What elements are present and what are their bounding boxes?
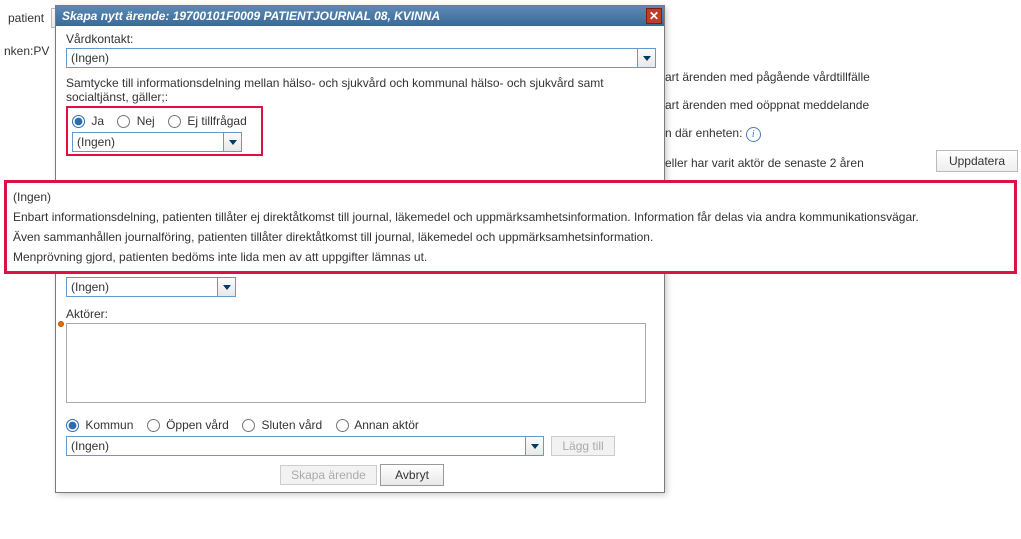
highlight-box-consent: Ja Nej Ej tillfrågad (Ingen)	[66, 106, 263, 156]
radio-nej[interactable]: Nej	[117, 114, 154, 128]
dialog-title: Skapa nytt ärende: 19700101F0009 PATIENT…	[62, 9, 440, 23]
dropdown-option[interactable]: Även sammanhållen journalföring, patient…	[13, 227, 1008, 247]
radio-kommun[interactable]: Kommun	[66, 418, 133, 432]
bg-info-line-1: art ärenden med pågående vårdtillfälle	[665, 70, 870, 84]
chevron-down-icon	[637, 49, 655, 67]
vardkontakt-select[interactable]: (Ingen)	[66, 48, 656, 68]
radio-oppen-vard[interactable]: Öppen vård	[147, 418, 229, 432]
radio-sluten-vard[interactable]: Sluten vård	[242, 418, 322, 432]
close-icon[interactable]: ✕	[646, 8, 662, 24]
vardkontakt-label: Vårdkontakt:	[66, 32, 654, 46]
vardkontakt-select-value: (Ingen)	[71, 51, 109, 65]
nken-label: nken:PV	[0, 44, 49, 58]
dropdown-option[interactable]: (Ingen)	[13, 187, 1008, 207]
skapa-arende-button: Skapa ärende	[280, 465, 377, 485]
bg-info-line-3: n där enheten:	[665, 126, 742, 140]
info-icon[interactable]: i	[746, 127, 761, 142]
samtycke-select-options: (Ingen) Enbart informationsdelning, pati…	[4, 180, 1017, 274]
aktor-select-value: (Ingen)	[71, 439, 109, 453]
aktor-type-radio-group: Kommun Öppen vård Sluten vård Annan aktö…	[66, 418, 654, 432]
radio-ja[interactable]: Ja	[72, 114, 104, 128]
consent-radio-group: Ja Nej Ej tillfrågad	[72, 114, 257, 128]
aktor-select[interactable]: (Ingen)	[66, 436, 544, 456]
bg-info-line-2: art ärenden med oöppnat meddelande	[665, 98, 870, 112]
samtycke-label: Samtycke till informationsdelning mellan…	[66, 76, 656, 104]
dialog-titlebar: Skapa nytt ärende: 19700101F0009 PATIENT…	[56, 6, 664, 26]
bg-info-line-4: eller har varit aktör de senaste 2 åren	[665, 156, 870, 170]
radio-annan-aktor[interactable]: Annan aktör	[336, 418, 419, 432]
second-select-value: (Ingen)	[71, 280, 109, 294]
chevron-down-icon	[525, 437, 543, 455]
samtycke-select[interactable]: (Ingen)	[72, 132, 242, 152]
aktorer-label: Aktörer:	[66, 307, 654, 321]
second-select[interactable]: (Ingen)	[66, 277, 236, 297]
required-dot-icon	[58, 321, 64, 327]
lagg-till-button: Lägg till	[551, 436, 614, 456]
chevron-down-icon	[217, 278, 235, 296]
aktorer-textarea[interactable]	[66, 323, 646, 403]
dropdown-option[interactable]: Enbart informationsdelning, patienten ti…	[13, 207, 1008, 227]
avbryt-button[interactable]: Avbryt	[380, 464, 444, 486]
update-button[interactable]: Uppdatera	[936, 150, 1018, 172]
dropdown-option[interactable]: Menprövning gjord, patienten bedöms inte…	[13, 247, 1008, 267]
radio-ej-tillfragad[interactable]: Ej tillfrågad	[168, 114, 247, 128]
chevron-down-icon	[223, 133, 241, 151]
samtycke-select-value: (Ingen)	[77, 135, 115, 149]
patient-label: patient	[8, 11, 44, 25]
